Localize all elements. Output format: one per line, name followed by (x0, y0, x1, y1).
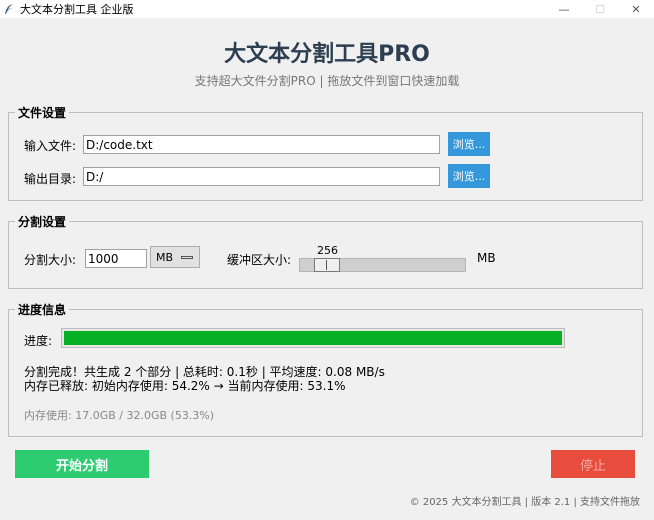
output-dir-field[interactable] (83, 167, 440, 186)
memory-usage-text: 内存使用: 17.0GB / 32.0GB (53.3%) (24, 409, 215, 422)
close-icon[interactable]: ✕ (618, 0, 654, 18)
feather-icon (2, 2, 16, 16)
input-file-field[interactable] (83, 135, 440, 154)
window-controls: — ☐ ✕ (546, 0, 654, 18)
output-dir-label: 输出目录: (24, 172, 77, 186)
split-size-input[interactable] (85, 249, 147, 268)
browse-output-button[interactable]: 浏览... (448, 164, 490, 188)
browse-input-button[interactable]: 浏览... (448, 132, 490, 156)
split-settings-label: 分割设置 (15, 213, 70, 230)
app-subtitle: 支持超大文件分割PRO | 拖放文件到窗口快速加载 (194, 74, 460, 88)
file-settings-group: 文件设置 输入文件: 浏览... 输出目录: 浏览... (8, 104, 643, 201)
option-indicator-icon (181, 256, 193, 259)
start-split-button[interactable]: 开始分割 (15, 450, 149, 478)
window-titlebar: 大文本分割工具 企业版 — ☐ ✕ (0, 0, 654, 18)
split-settings-group: 分割设置 分割大小: MB 缓冲区大小: 256 MB (8, 213, 643, 289)
buffer-size-label: 缓冲区大小: (227, 253, 292, 267)
unit-select[interactable]: MB (150, 246, 200, 268)
status-memory-released-text: 内存已释放: 初始内存使用: 54.2% → 当前内存使用: 53.1% (24, 379, 346, 393)
buffer-slider[interactable] (299, 258, 466, 272)
footer-text: © 2025 大文本分割工具 | 版本 2.1 | 支持文件拖放 (409, 497, 640, 508)
minimize-icon[interactable]: — (546, 0, 582, 18)
window-title: 大文本分割工具 企业版 (20, 3, 134, 16)
buffer-unit-label: MB (477, 251, 496, 265)
progress-label: 进度: (24, 334, 53, 348)
progress-group-label: 进度信息 (15, 301, 70, 318)
split-size-label: 分割大小: (24, 253, 77, 267)
progress-bar (61, 328, 565, 348)
progress-bar-fill (64, 331, 562, 345)
app-title: 大文本分割工具PRO (224, 42, 430, 67)
buffer-value-text: 256 (317, 244, 338, 257)
file-settings-label: 文件设置 (15, 104, 70, 121)
input-file-label: 输入文件: (24, 139, 77, 153)
unit-select-value: MB (156, 250, 174, 264)
stop-button[interactable]: 停止 (551, 450, 635, 478)
buffer-slider-handle[interactable] (314, 258, 340, 272)
progress-group: 进度信息 进度: 分割完成！共生成 2 个部分 | 总耗时: 0.1秒 | 平均… (8, 301, 643, 437)
maximize-icon[interactable]: ☐ (582, 0, 618, 18)
